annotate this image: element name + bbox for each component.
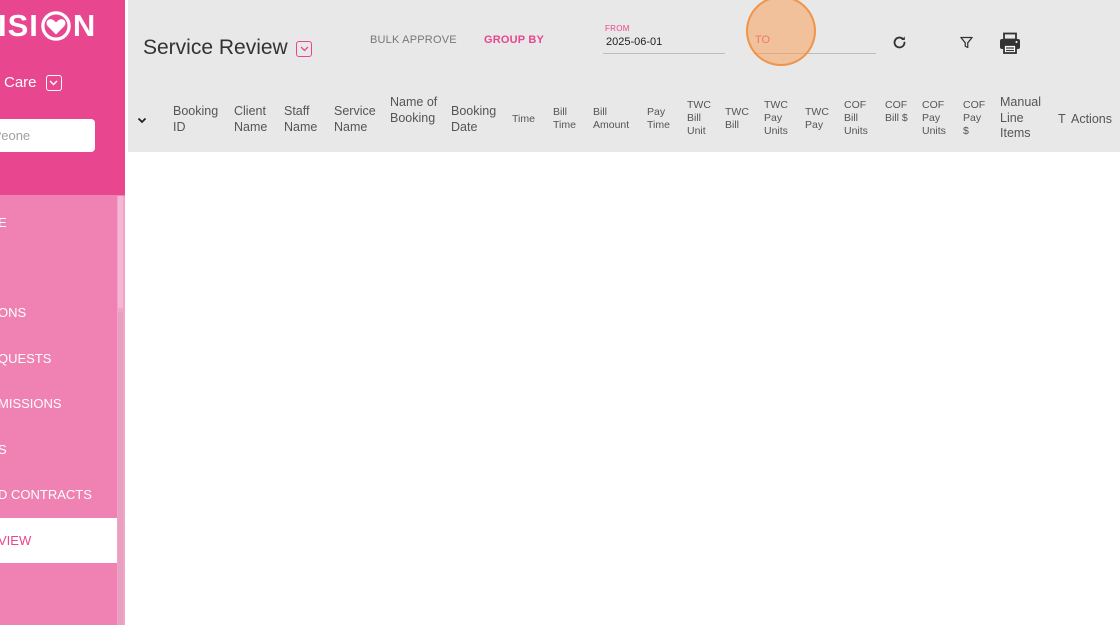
sidebar-item-label: MISSIONS — [0, 396, 62, 411]
column-header-twc-bill-unit[interactable]: TWC Bill Unit — [687, 99, 715, 138]
sidebar-scrollbar-thumb[interactable] — [118, 196, 123, 308]
chevron-down-icon[interactable] — [45, 74, 62, 91]
column-header-bill-time[interactable]: Bill Time — [553, 106, 583, 132]
from-date-field[interactable]: FROM 2025-06-01 — [603, 22, 725, 54]
column-header-cof-bill-units[interactable]: COF Bill Units — [844, 99, 874, 138]
sidebar-item-0[interactable]: E — [0, 200, 117, 245]
sidebar-item-label: D CONTRACTS — [0, 487, 92, 502]
expand-all-chevron-down-icon[interactable] — [136, 113, 148, 125]
sidebar-item-label: QUESTS — [0, 351, 52, 366]
search-input[interactable] — [0, 119, 95, 152]
column-header-twc-pay[interactable]: TWC Pay — [805, 106, 833, 132]
sidebar-brand-area: ISI N Care — [0, 0, 125, 195]
column-header-actions[interactable]: Actions — [1071, 112, 1120, 128]
org-selector[interactable]: Care — [4, 74, 62, 91]
filter-icon[interactable] — [955, 31, 977, 53]
column-header-cof-pay-dollar[interactable]: COF Pay $ — [963, 99, 987, 138]
to-date-field[interactable]: TO — [754, 22, 876, 54]
sidebar-item-label: VIEW — [0, 533, 32, 548]
sidebar-item-6-active[interactable]: VIEW — [0, 518, 117, 563]
sidebar-item-label: S — [0, 442, 7, 457]
group-by-button[interactable]: GROUP BY — [484, 34, 544, 46]
sidebar-item-1[interactable]: ONS — [0, 290, 117, 335]
column-header-name-of-booking[interactable]: Name of Booking — [390, 95, 438, 126]
column-header-booking-date[interactable]: Booking Date — [451, 104, 501, 135]
page-header: Service Review BULK APPROVE GROUP BY FRO… — [128, 0, 1120, 88]
table-header-row: Booking ID Client Name Staff Name Servic… — [128, 88, 1120, 152]
heart-icon — [41, 11, 71, 41]
bulk-approve-button[interactable]: BULK APPROVE — [370, 34, 457, 46]
sidebar-item-4[interactable]: S — [0, 427, 117, 472]
from-date-value[interactable]: 2025-06-01 — [606, 36, 662, 48]
column-header-truncated[interactable]: T — [1058, 112, 1068, 128]
column-header-manual-line-items[interactable]: Manual Line Items — [1000, 95, 1046, 142]
column-header-time[interactable]: Time — [512, 113, 542, 126]
sidebar-item-2[interactable]: QUESTS — [0, 336, 117, 381]
page-title: Service Review — [143, 36, 288, 59]
column-header-bill-amount[interactable]: Bill Amount — [593, 106, 635, 132]
sidebar-item-label: ONS — [0, 305, 27, 320]
sidebar-item-3[interactable]: MISSIONS — [0, 381, 117, 426]
column-header-booking-id[interactable]: Booking ID — [173, 104, 223, 135]
to-date-placeholder: TO — [755, 34, 771, 46]
sidebar-scrollbar-thumb-lower[interactable] — [118, 312, 123, 625]
from-date-label: FROM — [605, 24, 630, 33]
column-header-twc-bill[interactable]: TWC Bill — [725, 106, 753, 132]
column-header-client-name[interactable]: Client Name — [234, 104, 276, 135]
logo-text-left: ISI — [0, 8, 39, 43]
print-icon[interactable] — [997, 30, 1023, 56]
sidebar: ISI N Care E — [0, 0, 125, 625]
column-header-service-name[interactable]: Service Name — [334, 104, 380, 135]
column-header-cof-bill-dollar[interactable]: COF Bill $ — [885, 99, 909, 125]
title-dropdown-chevron-down-icon[interactable] — [296, 41, 312, 57]
refresh-icon[interactable] — [888, 31, 910, 53]
sidebar-item-5[interactable]: D CONTRACTS — [0, 472, 117, 517]
logo-text-right: N — [72, 8, 97, 43]
app-logo[interactable]: ISI N — [0, 8, 96, 44]
sidebar-item-label: E — [0, 215, 7, 230]
column-header-pay-time[interactable]: Pay Time — [647, 106, 675, 132]
table-body — [128, 152, 1120, 625]
app-window: ISI N Care E — [0, 0, 1120, 625]
column-header-staff-name[interactable]: Staff Name — [284, 104, 326, 135]
org-name: Care — [4, 74, 37, 91]
column-header-cof-pay-units[interactable]: COF Pay Units — [922, 99, 952, 138]
column-header-twc-pay-units[interactable]: TWC Pay Units — [764, 99, 794, 138]
